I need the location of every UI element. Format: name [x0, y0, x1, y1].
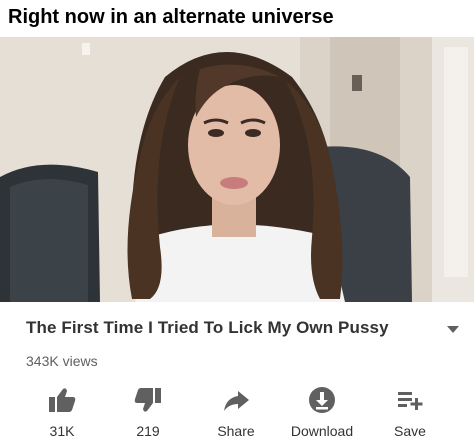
playlist-add-icon: [398, 392, 423, 410]
save-button[interactable]: Save: [365, 385, 455, 445]
view-count: 343K views: [26, 353, 98, 369]
share-label: Share: [217, 423, 255, 439]
video-title-row: The First Time I Tried To Lick My Own Pu…: [26, 316, 466, 342]
thumbs-down-icon: [134, 388, 161, 412]
like-count: 31K: [49, 423, 75, 439]
video-title: The First Time I Tried To Lick My Own Pu…: [26, 318, 389, 337]
share-arrow-icon: [224, 391, 249, 411]
meme-caption: Right now in an alternate universe: [8, 6, 334, 28]
save-label: Save: [394, 423, 426, 439]
caret-down-icon[interactable]: [446, 324, 460, 334]
dislike-count: 219: [136, 423, 160, 439]
dislike-button[interactable]: 219: [103, 385, 193, 445]
thumbs-up-icon: [49, 388, 76, 412]
download-icon: [309, 387, 335, 413]
download-button[interactable]: Download: [277, 385, 367, 445]
video-frame-thumbnail: [0, 37, 474, 302]
video-actions-bar: 31K 219 Share Download Save: [0, 385, 474, 445]
share-button[interactable]: Share: [191, 385, 281, 445]
download-label: Download: [290, 423, 354, 439]
like-button[interactable]: 31K: [17, 385, 107, 445]
video-player[interactable]: [0, 37, 474, 302]
